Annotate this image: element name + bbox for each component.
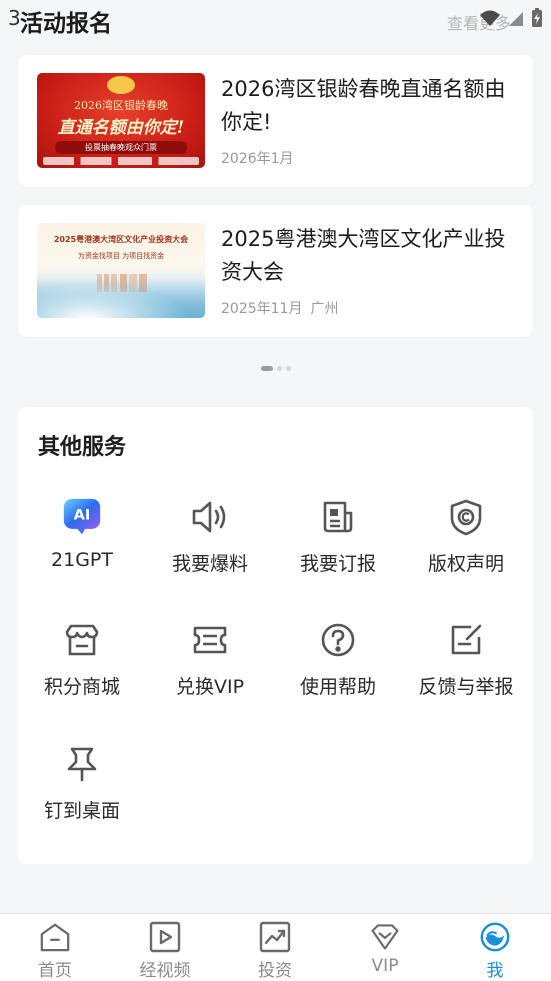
service-report[interactable]: 我要爆料 (146, 497, 274, 607)
feedback-icon (446, 620, 486, 660)
service-label: 21GPT (51, 549, 113, 571)
pager-dot[interactable] (285, 366, 291, 371)
ai-icon: AI (62, 497, 102, 537)
event-meta: 2026年1月 (221, 148, 294, 168)
service-label: 反馈与举报 (418, 676, 514, 698)
pager-dot-active[interactable] (260, 366, 273, 371)
wifi-icon (480, 10, 500, 26)
speaker-icon (190, 497, 230, 537)
thumb-text: 2026湾区银龄春晚 (74, 99, 168, 112)
thumb-headline: 直通名额由你定! (57, 118, 185, 138)
tab-label: 首页 (38, 961, 72, 981)
service-label: 我要爆料 (171, 553, 248, 575)
tab-video[interactable]: 经视频 (110, 914, 220, 981)
bottom-tab-bar: 首页 经视频 投资 VIP 我 (0, 913, 551, 981)
event-card[interactable]: 2025粤港澳大湾区文化产业投资大会 为资金找项目 为项目找资金 2025粤港澳… (18, 205, 533, 337)
service-help[interactable]: 使用帮助 (274, 620, 402, 730)
status-icons (479, 8, 543, 28)
chart-icon (259, 921, 291, 953)
service-label: 积分商城 (43, 676, 120, 698)
service-label: 我要订报 (299, 553, 376, 575)
tab-label: VIP (371, 956, 399, 976)
pin-icon (62, 744, 102, 784)
services-title: 其他服务 (38, 435, 127, 460)
event-date: 2026年1月 (221, 151, 294, 167)
event-thumbnail: 2026湾区银龄春晚 直通名额由你定! 投票抽春晚观众门票 (37, 73, 205, 168)
profile-icon (479, 921, 511, 953)
video-icon (149, 921, 181, 953)
service-feedback[interactable]: 反馈与举报 (402, 620, 530, 730)
tab-label: 经视频 (139, 961, 191, 981)
newspaper-icon (318, 497, 358, 537)
header: 3 活动报名 查看更多 (0, 0, 551, 40)
thumb-headline: 2025粤港澳大湾区文化产业投资大会 (53, 235, 189, 244)
svg-text:AI: AI (74, 508, 91, 524)
help-icon (318, 620, 358, 660)
tab-invest[interactable]: 投资 (220, 914, 330, 981)
thumb-subtext: 投票抽春晚观众门票 (55, 141, 187, 154)
signal-icon (509, 12, 523, 26)
thumb-subtext: 为资金找项目 为项目找资金 (77, 252, 165, 260)
event-date: 2025年11月 (221, 301, 303, 317)
service-redeem-vip[interactable]: 兑换VIP (146, 620, 274, 730)
service-copyright[interactable]: 版权声明 (402, 497, 530, 607)
wave-graphic (37, 278, 205, 318)
service-label: 兑换VIP (175, 676, 245, 698)
tab-me[interactable]: 我 (440, 914, 550, 981)
battery-icon (532, 8, 542, 27)
store-icon (62, 620, 102, 660)
service-21gpt[interactable]: AI 21GPT (18, 497, 146, 607)
section-title: 活动报名 (20, 11, 112, 37)
copyright-shield-icon (446, 497, 486, 537)
event-thumbnail: 2025粤港澳大湾区文化产业投资大会 为资金找项目 为项目找资金 (37, 223, 205, 318)
service-points-mall[interactable]: 积分商城 (18, 620, 146, 730)
service-subscribe[interactable]: 我要订报 (274, 497, 402, 607)
tab-home[interactable]: 首页 (0, 914, 110, 981)
services-panel: 其他服务 AI 21GPT 我要爆料 我要订报 版权声明 积分商城 兑换VIP … (18, 407, 533, 864)
event-logo (107, 76, 135, 94)
tab-label: 投资 (258, 961, 292, 981)
status-time: 3 (8, 6, 21, 30)
event-meta: 2025年11月 广州 (221, 298, 338, 318)
home-icon (39, 921, 71, 953)
service-label: 版权声明 (427, 553, 504, 575)
vip-icon (369, 921, 401, 953)
event-location: 广州 (310, 301, 339, 317)
service-pin-desktop[interactable]: 钉到桌面 (18, 744, 146, 854)
service-label: 钉到桌面 (43, 800, 120, 822)
event-title: 2025粤港澳大湾区文化产业投资大会 (221, 227, 506, 284)
carousel-pager (0, 366, 551, 371)
tab-label: 我 (486, 961, 504, 981)
service-label: 使用帮助 (299, 676, 376, 698)
tab-vip[interactable]: VIP (330, 914, 440, 981)
pager-dot[interactable] (276, 366, 282, 371)
sponsor-logos (43, 157, 199, 165)
event-card[interactable]: 2026湾区银龄春晚 直通名额由你定! 投票抽春晚观众门票 2026湾区银龄春晚… (18, 55, 533, 187)
event-title: 2026湾区银龄春晚直通名额由你定! (221, 77, 506, 134)
ticket-icon (190, 620, 230, 660)
